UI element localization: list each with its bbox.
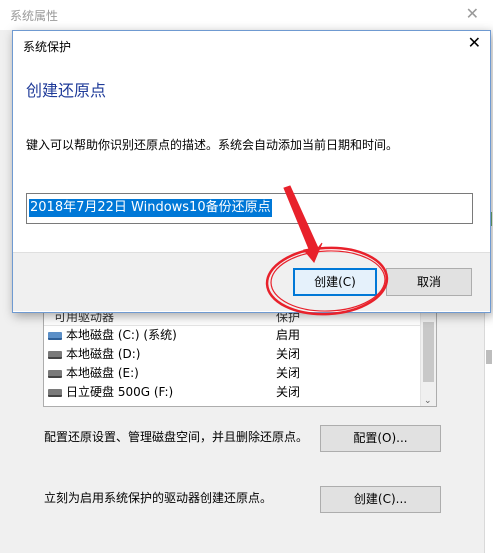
drive-row[interactable]: 本地磁盘 (E:) 关闭 <box>44 364 436 383</box>
drive-name: 本地磁盘 (E:) <box>66 366 139 380</box>
drive-row[interactable]: 日立硬盘 500G (F:) 关闭 <box>44 383 436 402</box>
cancel-button[interactable]: 取消 <box>386 268 472 296</box>
system-drive-icon <box>48 332 62 340</box>
drive-status: 关闭 <box>276 385 301 399</box>
restore-point-description-value: 2018年7月22日 Windows10备份还原点 <box>29 199 272 217</box>
dialog-close-icon[interactable]: ✕ <box>468 33 481 52</box>
drive-icon <box>48 389 62 397</box>
dialog-heading: 创建还原点 <box>26 81 107 100</box>
create-button[interactable]: 创建(C) <box>293 268 377 296</box>
protection-header-label: 保护 <box>276 312 301 324</box>
drive-header-label: 可用驱动器 <box>54 312 115 324</box>
system-properties-titlebar: 系统属性 ✕ <box>0 0 493 30</box>
edge-mark <box>486 350 492 364</box>
drive-list[interactable]: 可用驱动器 保护 本地磁盘 (C:) (系统) 启用 本地磁盘 (D:) 关闭 … <box>43 311 437 407</box>
configure-button[interactable]: 配置(O)... <box>320 425 441 452</box>
drive-name: 日立硬盘 500G (F:) <box>66 385 174 399</box>
create-description: 立刻为启用系统保护的驱动器创建还原点。 <box>44 491 273 505</box>
drive-status: 关闭 <box>276 347 301 361</box>
drive-name: 本地磁盘 (D:) <box>66 347 141 361</box>
create-restore-point-button[interactable]: 创建(C)... <box>320 486 441 513</box>
dialog-title: 系统保护 <box>23 40 72 54</box>
drive-icon <box>48 351 62 359</box>
drive-status: 关闭 <box>276 366 301 380</box>
scroll-down-icon[interactable]: ⌄ <box>424 396 432 406</box>
drive-status: 启用 <box>276 328 301 342</box>
system-properties-close-icon[interactable]: ✕ <box>466 4 479 23</box>
system-properties-title: 系统属性 <box>10 9 59 23</box>
drive-list-scrollbar[interactable]: ⌄ <box>420 312 436 406</box>
scrollbar-thumb[interactable] <box>423 322 434 382</box>
drive-list-header: 可用驱动器 保护 <box>44 312 436 326</box>
drive-row[interactable]: 本地磁盘 (D:) 关闭 <box>44 345 436 364</box>
drive-icon <box>48 370 62 378</box>
configure-description: 配置还原设置、管理磁盘空间，并且删除还原点。 <box>44 430 309 444</box>
drive-row[interactable]: 本地磁盘 (C:) (系统) 启用 <box>44 326 436 345</box>
drive-name: 本地磁盘 (C:) (系统) <box>66 328 177 342</box>
dialog-description: 键入可以帮助你识别还原点的描述。系统会自动添加当前日期和时间。 <box>26 138 399 152</box>
